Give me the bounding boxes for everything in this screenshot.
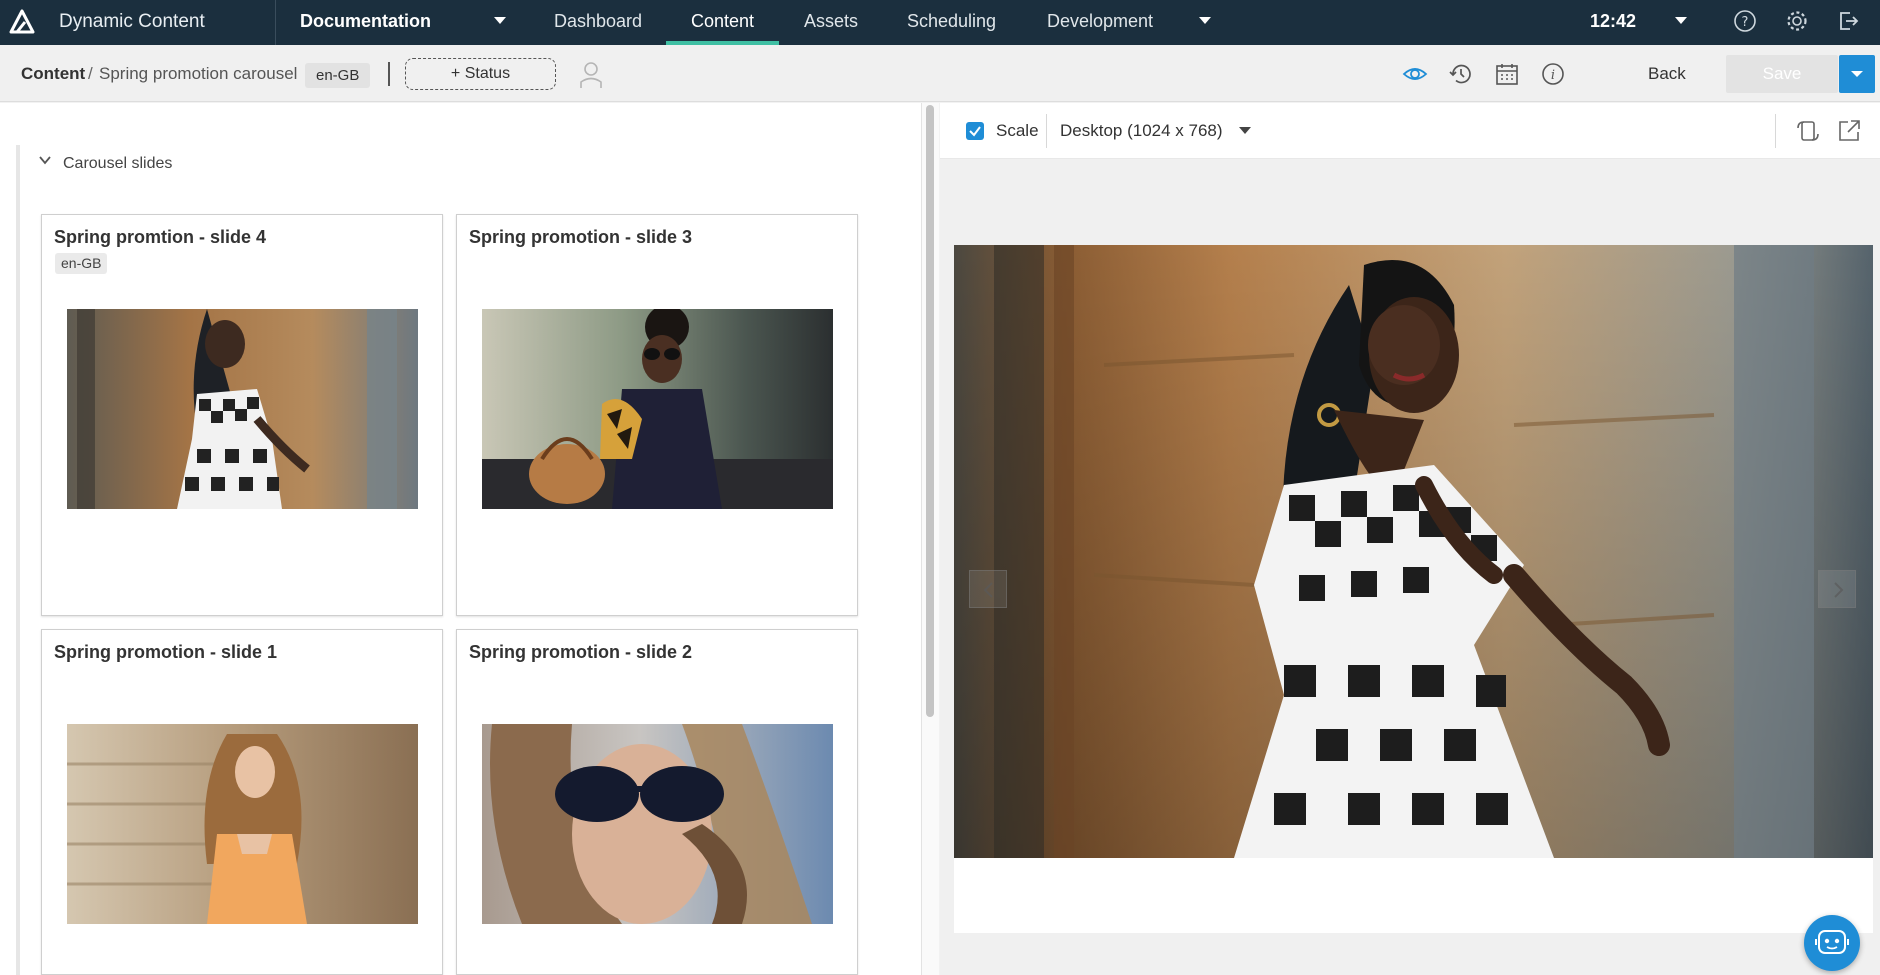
open-external-icon[interactable] <box>1836 118 1862 144</box>
breadcrumb-separator: / <box>88 64 93 83</box>
slide-thumbnail-image <box>482 724 833 924</box>
tab-assets[interactable]: Assets <box>779 0 883 45</box>
slide-title: Spring promotion - slide 2 <box>469 642 693 662</box>
slide-card[interactable]: Spring promotion - slide 1 <box>41 629 443 975</box>
clock: 12:42 <box>1590 11 1637 31</box>
svg-text:i: i <box>1551 68 1555 83</box>
slide-thumbnail-image <box>482 309 833 509</box>
nav-divider <box>275 0 276 45</box>
account-chevron-down-icon[interactable] <box>1675 17 1687 24</box>
slide-title: Spring promtion - slide 4 <box>54 227 267 247</box>
slide-card[interactable]: Spring promtion - slide 4 en-GB <box>41 214 443 616</box>
carousel-hero-image <box>954 245 1873 858</box>
carousel-prev-button[interactable] <box>969 570 1007 608</box>
check-icon <box>969 126 981 137</box>
slide-locale-badge: en-GB <box>55 253 108 274</box>
editor-scrollbar-thumb[interactable] <box>926 105 934 717</box>
back-button[interactable]: Back <box>1648 64 1686 84</box>
chevron-right-icon <box>1834 582 1844 598</box>
toolbar-divider <box>388 62 390 86</box>
chatbot-icon <box>1815 930 1849 954</box>
slide-title: Spring promotion - slide 1 <box>54 642 278 662</box>
scale-label: Scale <box>996 121 1039 140</box>
save-button[interactable]: Save <box>1726 55 1838 93</box>
info-icon[interactable]: i <box>1540 61 1566 87</box>
amplience-logo-icon[interactable] <box>8 8 36 36</box>
tab-development[interactable]: Development <box>1022 0 1178 45</box>
toolbar-divider <box>1046 114 1047 148</box>
content-toolbar: Content / Spring promotion carousel en-G… <box>0 45 1880 102</box>
toolbar-divider <box>1775 114 1776 148</box>
slide-card[interactable]: Spring promotion - slide 3 <box>456 214 858 616</box>
hub-selector[interactable]: Documentation <box>300 11 431 32</box>
device-chevron-down-icon[interactable] <box>1239 127 1251 134</box>
slide-thumbnail-image <box>67 724 418 924</box>
slide-title: Spring promotion - slide 3 <box>469 227 693 247</box>
breadcrumb-current: Spring promotion carousel <box>99 64 298 83</box>
tab-scheduling[interactable]: Scheduling <box>882 0 1021 45</box>
rotate-device-icon[interactable] <box>1795 118 1821 144</box>
chevron-left-icon <box>983 582 993 598</box>
locale-badge[interactable]: en-GB <box>305 63 371 88</box>
carousel-next-button[interactable] <box>1818 570 1856 608</box>
help-icon[interactable]: ? <box>1733 9 1757 33</box>
assistant-chat-button[interactable] <box>1804 915 1860 971</box>
tab-dashboard[interactable]: Dashboard <box>529 0 667 45</box>
history-icon[interactable] <box>1448 61 1474 87</box>
logout-icon[interactable] <box>1836 9 1860 33</box>
section-title: Carousel slides <box>63 155 173 172</box>
breadcrumb-root[interactable]: Content <box>21 64 85 84</box>
app-title: Dynamic Content <box>59 11 205 32</box>
top-navigation-bar: Dynamic Content Documentation Dashboard … <box>0 0 1880 45</box>
development-chevron-down-icon[interactable] <box>1199 17 1211 24</box>
section-rail <box>16 145 20 975</box>
add-status-button[interactable]: + Status <box>405 58 556 90</box>
preview-eye-icon[interactable] <box>1402 61 1428 87</box>
device-select[interactable]: Desktop (1024 x 768) <box>1060 121 1223 141</box>
scale-checkbox[interactable] <box>966 122 984 140</box>
calendar-icon[interactable] <box>1494 61 1520 87</box>
assignee-user-icon[interactable] <box>578 61 604 89</box>
slide-card[interactable]: Spring promotion - slide 2 <box>456 629 858 975</box>
save-chevron-down-icon <box>1851 71 1863 77</box>
slide-thumbnail-image <box>67 309 418 509</box>
hub-chevron-down-icon[interactable] <box>494 17 506 24</box>
collapse-chevron-icon[interactable] <box>38 153 52 167</box>
settings-gear-icon[interactable] <box>1785 9 1809 33</box>
tab-content[interactable]: Content <box>666 0 780 45</box>
svg-text:?: ? <box>1742 15 1749 30</box>
save-options-button[interactable] <box>1839 55 1875 93</box>
